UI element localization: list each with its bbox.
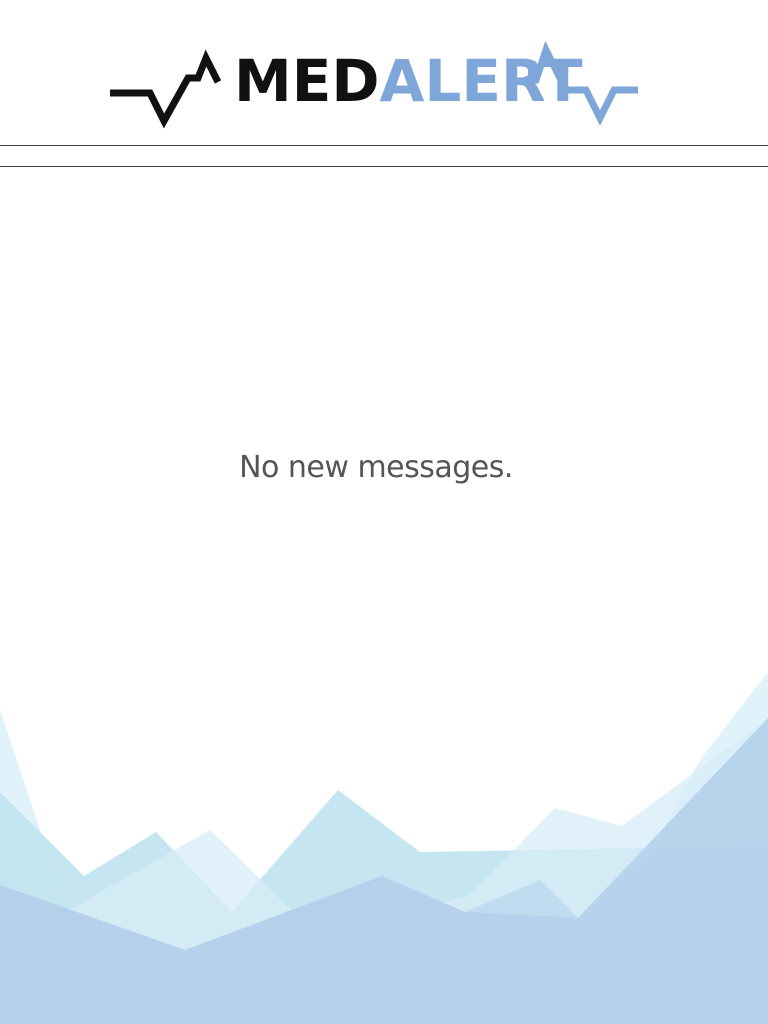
heartbeat-left-icon <box>110 49 222 129</box>
empty-inbox-message: No new messages. <box>239 450 513 485</box>
header-divider-bottom <box>0 166 768 167</box>
header-divider-top <box>0 145 768 146</box>
logo-text-med: MED <box>234 47 379 115</box>
mountain-background-illustration <box>0 672 768 1024</box>
inbox-screen: MEDALERT No new messages. <box>0 0 768 1024</box>
medalert-logo: MEDALERT <box>110 40 638 129</box>
app-header: MEDALERT <box>0 0 768 146</box>
